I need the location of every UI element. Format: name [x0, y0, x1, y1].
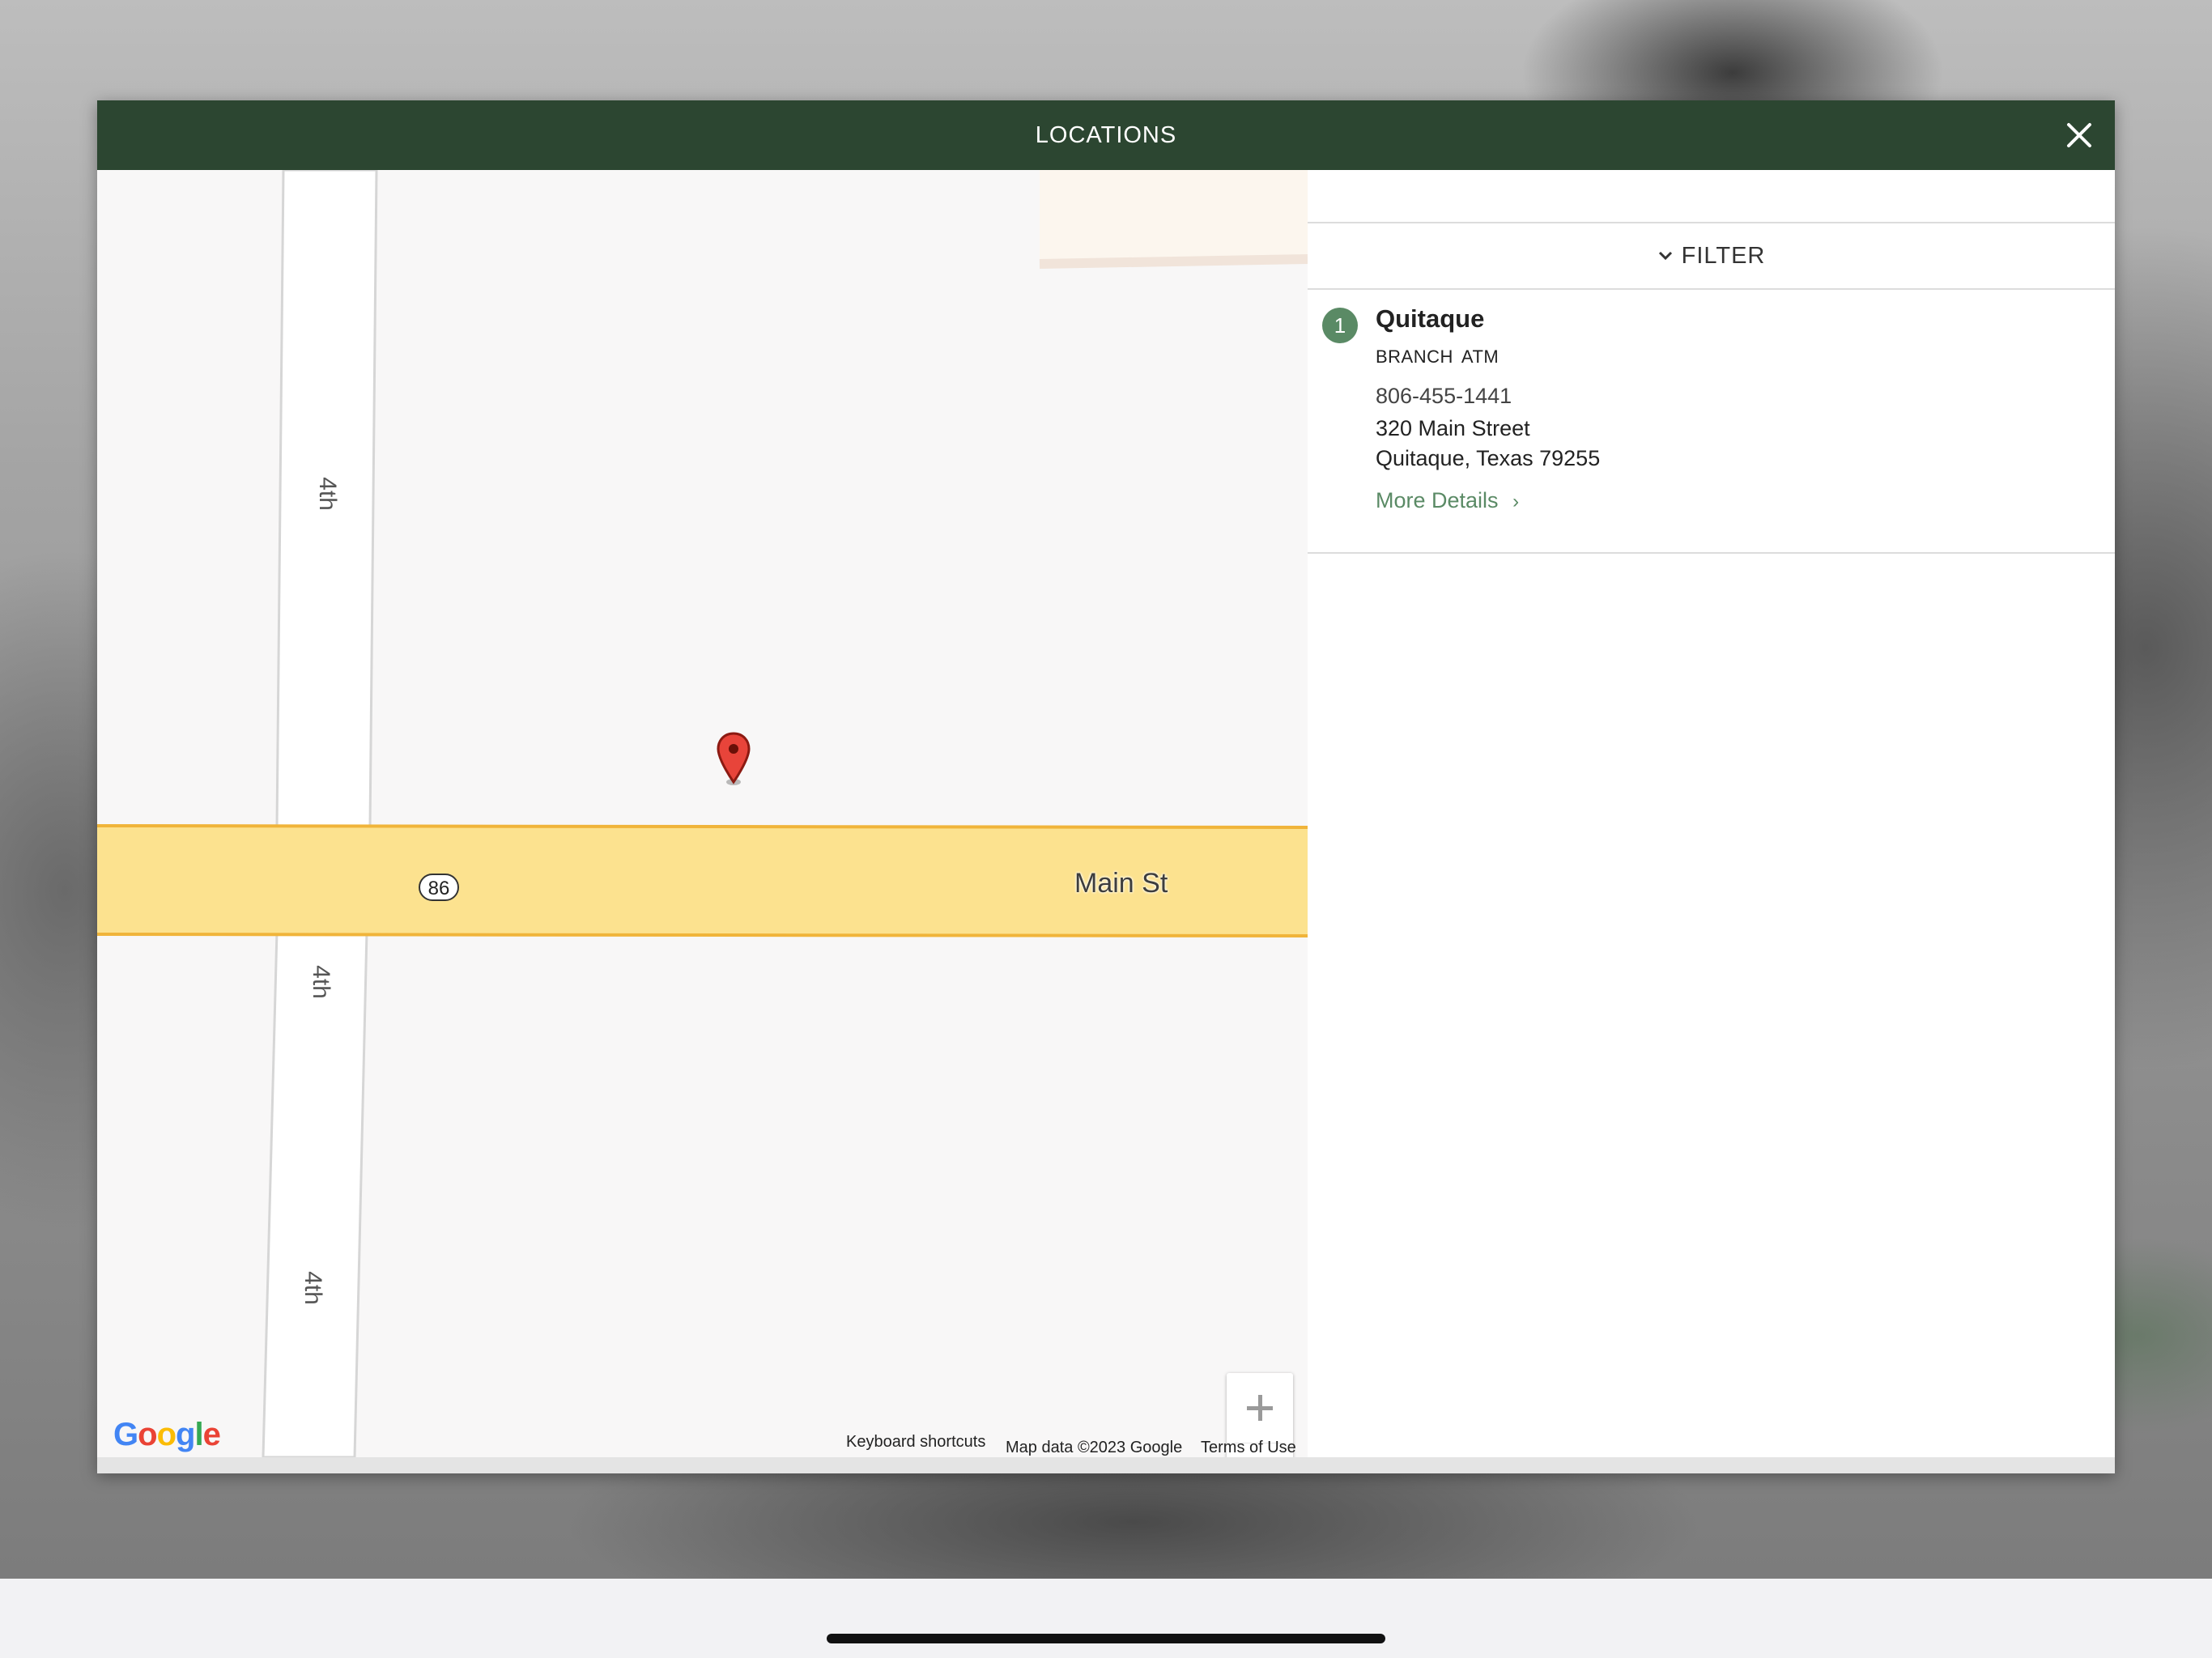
- street-label-4th-top: 4th: [314, 477, 341, 511]
- filter-label: FILTER: [1681, 242, 1766, 269]
- location-number-badge: 1: [1322, 308, 1358, 343]
- chevron-right-icon: ›: [1512, 491, 1520, 512]
- location-address-line1: 320 Main Street: [1376, 416, 1530, 440]
- route-86-shield: 86: [419, 874, 459, 901]
- locations-modal: LOCATIONS 4th 4th 4th 86 Main St Google …: [97, 100, 2115, 1473]
- street-label-4th-mid: 4th: [308, 965, 334, 999]
- home-bar-area: [0, 1579, 2212, 1658]
- modal-header: LOCATIONS: [97, 100, 2115, 170]
- location-phone[interactable]: 806-455-1441: [1376, 384, 1512, 409]
- plus-icon: [1247, 1395, 1273, 1421]
- google-logo[interactable]: Google: [113, 1417, 221, 1453]
- more-details-label: More Details: [1376, 488, 1499, 512]
- street-label-main-st: Main St: [1074, 868, 1168, 899]
- tag-atm: ATM: [1461, 346, 1499, 367]
- close-button[interactable]: [2060, 116, 2099, 155]
- location-pin-icon[interactable]: [716, 732, 751, 789]
- street-label-4th-bottom: 4th: [300, 1271, 326, 1305]
- map-view[interactable]: 4th 4th 4th 86 Main St Google Keyboard s…: [97, 170, 1308, 1457]
- location-address-line2: Quitaque, Texas 79255: [1376, 446, 1601, 470]
- more-details-link[interactable]: More Details ›: [1376, 488, 1519, 513]
- map-building-area: [1040, 170, 1308, 264]
- home-indicator[interactable]: [827, 1634, 1385, 1643]
- panel-top-spacer: [1308, 170, 2115, 223]
- map-data-attribution: Map data ©2023 Google: [1006, 1439, 1183, 1456]
- location-name: Quitaque: [1376, 304, 1485, 333]
- modal-title: LOCATIONS: [1035, 122, 1177, 148]
- map-minor-road: [1039, 254, 1308, 269]
- location-list-item[interactable]: 1 Quitaque BRANCH ATM 806-455-1441 320 Ma…: [1308, 290, 2115, 554]
- terms-of-use-link[interactable]: Terms of Use: [1201, 1439, 1296, 1457]
- locations-panel: FILTER 1 Quitaque BRANCH ATM 806-455-1441…: [1308, 170, 2115, 1457]
- location-tags: BRANCH ATM: [1376, 346, 1507, 368]
- keyboard-shortcuts-link[interactable]: Keyboard shortcuts: [846, 1433, 985, 1452]
- chevron-down-icon: [1658, 251, 1672, 261]
- modal-bottom-strip: [97, 1457, 2115, 1473]
- zoom-in-button[interactable]: [1227, 1373, 1293, 1443]
- filter-toggle[interactable]: FILTER: [1308, 223, 2115, 290]
- map-roads: [97, 170, 1308, 1457]
- tag-branch: BRANCH: [1376, 346, 1453, 367]
- close-icon: [2067, 123, 2091, 147]
